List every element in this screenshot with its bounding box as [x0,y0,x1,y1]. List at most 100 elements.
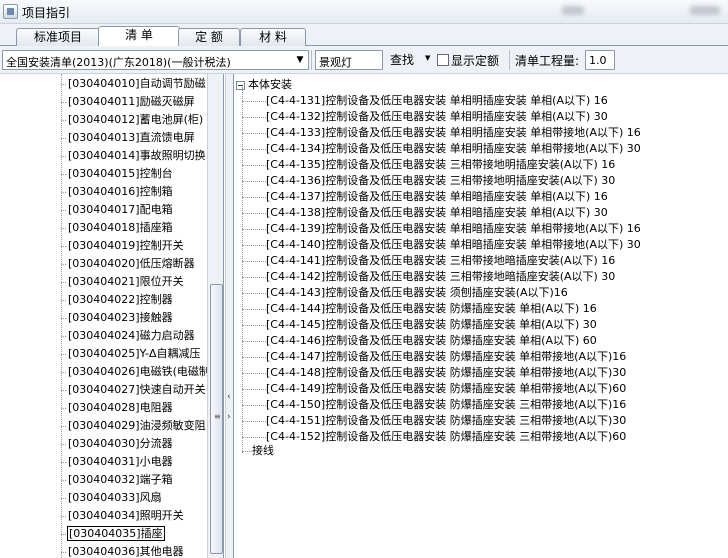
tree-item[interactable]: [C4-4-143]控制设备及低压电器安装 须刨插座安装(A以下)16 [242,285,568,301]
tree-item[interactable]: [C4-4-134]控制设备及低压电器安装 单相明插座安装 单相带接地(A以下)… [242,141,641,157]
list-item[interactable]: [030404022]控制器 [61,291,174,309]
tree-item-label: [C4-4-144]控制设备及低压电器安装 防爆插座安装 单相(A以下) 16 [266,302,597,315]
list-item[interactable]: [030404023]接触器 [61,309,174,327]
title-bar: 项目指引 [0,0,728,24]
show-quota-checkbox[interactable] [437,54,449,66]
tree-item-label: [C4-4-138]控制设备及低压电器安装 单相暗插座安装 单相(A以下) 30 [266,206,608,219]
list-item[interactable]: [030404016]控制箱 [61,183,174,201]
tab-quota[interactable]: 定 额 [178,28,240,46]
list-item[interactable]: [030404024]磁力启动器 [61,327,196,345]
list-item[interactable]: [030404018]插座箱 [61,219,174,237]
search-input[interactable]: 景观灯 [315,50,383,70]
list-item[interactable]: [030404027]快速自动开关 [61,381,207,399]
panel-splitter[interactable]: ‹ › [225,74,234,558]
list-item-label: [030404013]直流馈电屏 [68,131,195,144]
tree-item[interactable]: [C4-4-139]控制设备及低压电器安装 单相暗插座安装 单相带接地(A以下)… [242,221,641,237]
tree-item[interactable]: [C4-4-147]控制设备及低压电器安装 防爆插座安装 单相带接地(A以下)1… [242,349,626,365]
tab-standard-project[interactable]: 标准项目 [16,28,100,46]
tree-item-label: [C4-4-145]控制设备及低压电器安装 防爆插座安装 单相(A以下) 30 [266,318,597,331]
list-item[interactable]: [030404014]事故照明切换 [61,147,207,165]
list-item[interactable]: [030404033]风扇 [61,489,163,507]
tab-bill[interactable]: 清 单 [98,26,180,47]
list-item-label: [030404023]接触器 [68,311,173,324]
tree-item-label: [C4-4-134]控制设备及低压电器安装 单相明插座安装 单相带接地(A以下)… [266,142,641,155]
tree-item[interactable]: [C4-4-138]控制设备及低压电器安装 单相暗插座安装 单相(A以下) 30 [242,205,608,221]
tree-item[interactable]: [C4-4-151]控制设备及低压电器安装 防爆插座安装 三相带接地(A以下)3… [242,413,626,429]
collapse-right-icon[interactable]: › [227,412,231,422]
tree-item[interactable]: [C4-4-137]控制设备及低压电器安装 单相暗插座安装 单相(A以下) 16 [242,189,608,205]
tree-item[interactable]: [C4-4-140]控制设备及低压电器安装 单相暗插座安装 单相带接地(A以下)… [242,237,641,253]
tree-item[interactable]: [C4-4-146]控制设备及低压电器安装 防爆插座安装 单相(A以下) 60 [242,333,597,349]
chevron-down-icon[interactable]: ▼ [292,51,308,69]
list-item[interactable]: [030404025]Y-Δ自耦减压 [61,345,201,363]
list-item[interactable]: [030404035]插座 [61,525,165,543]
scrollbar-thumb[interactable]: ≡ [210,284,223,554]
list-item-label: [030404029]油浸频敏变阻 [68,419,206,432]
list-item[interactable]: [030404019]控制开关 [61,237,185,255]
library-select[interactable]: 全国安装清单(2013)(广东2018)(一般计税法) ▼ [2,50,309,70]
list-item[interactable]: [030404036]其他电器 [61,543,185,558]
tree-item-label: [C4-4-136]控制设备及低压电器安装 三相带接地明插座安装(A以下) 30 [266,174,616,187]
list-item[interactable]: [030404026]电磁铁(电磁制 [61,363,211,381]
find-dropdown-icon[interactable]: ▼ [425,54,430,62]
tree-second-root[interactable]: 接线 [242,443,274,459]
list-item[interactable]: [030404020]低压熔断器 [61,255,196,273]
list-item-label: [030404017]配电箱 [68,203,173,216]
find-button-label: 查找 [390,53,415,67]
list-item[interactable]: [030404011]励磁灭磁屏 [61,93,196,111]
tree-item[interactable]: [C4-4-136]控制设备及低压电器安装 三相带接地明插座安装(A以下) 30 [242,173,615,189]
tree-item-label: [C4-4-137]控制设备及低压电器安装 单相暗插座安装 单相(A以下) 16 [266,190,608,203]
tree-item[interactable]: [C4-4-145]控制设备及低压电器安装 防爆插座安装 单相(A以下) 30 [242,317,597,333]
list-item-label: [030404020]低压熔断器 [68,257,195,270]
toolbar: 全国安装清单(2013)(广东2018)(一般计税法) ▼ 景观灯 查找 ▼ 显… [0,46,728,74]
list-item-label: [030404015]控制台 [68,167,173,180]
tree-item[interactable]: [C4-4-142]控制设备及低压电器安装 三相带接地暗插座安装(A以下) 30 [242,269,615,285]
tree-root-node[interactable]: 本体安装 [236,77,292,93]
tree-item-label: [C4-4-152]控制设备及低压电器安装 防爆插座安装 三相带接地(A以下)6… [266,430,627,443]
list-item-label: [030404011]励磁灭磁屏 [68,95,195,108]
search-input-value: 景观灯 [319,56,352,69]
tab-materials[interactable]: 材 料 [240,28,306,46]
collapse-icon[interactable] [236,80,245,90]
tree-item-label: [C4-4-140]控制设备及低压电器安装 单相暗插座安装 单相带接地(A以下)… [266,238,641,251]
list-item[interactable]: [030404013]直流馈电屏 [61,129,196,147]
bill-quantity-input[interactable]: 1.0 [585,50,615,70]
tree-second-root-label: 接线 [252,444,274,457]
tree-item[interactable]: [C4-4-131]控制设备及低压电器安装 单相明插座安装 单相(A以下) 16 [242,93,608,109]
tree-item[interactable]: [C4-4-152]控制设备及低压电器安装 防爆插座安装 三相带接地(A以下)6… [242,429,626,445]
toolbar-separator [311,50,312,70]
list-item-label: [030404034]照明开关 [68,509,184,522]
tree-item[interactable]: [C4-4-150]控制设备及低压电器安装 防爆插座安装 三相带接地(A以下)1… [242,397,626,413]
collapse-left-icon[interactable]: ‹ [227,392,231,402]
list-item[interactable]: [030404032]端子箱 [61,471,174,489]
list-item[interactable]: [030404015]控制台 [61,165,174,183]
list-item[interactable]: [030404030]分流器 [61,435,174,453]
list-item[interactable]: [030404021]限位开关 [61,273,185,291]
tree-item[interactable]: [C4-4-144]控制设备及低压电器安装 防爆插座安装 单相(A以下) 16 [242,301,597,317]
list-item-label: [030404019]控制开关 [68,239,184,252]
list-item[interactable]: [030404010]自动调节励磁 [61,75,207,93]
tree-item[interactable]: [C4-4-133]控制设备及低压电器安装 单相明插座安装 单相带接地(A以下)… [242,125,641,141]
tree-item[interactable]: [C4-4-141]控制设备及低压电器安装 三相带接地暗插座安装(A以下) 16 [242,253,615,269]
tree-item[interactable]: [C4-4-149]控制设备及低压电器安装 防爆插座安装 单相带接地(A以下)6… [242,381,626,397]
tree-root-label: 本体安装 [248,78,292,91]
tree-item[interactable]: [C4-4-135]控制设备及低压电器安装 三相带接地明插座安装(A以下) 16 [242,157,615,173]
list-item[interactable]: [030404012]蓄电池屏(柜) [61,111,204,129]
tree-item-label: [C4-4-141]控制设备及低压电器安装 三相带接地暗插座安装(A以下) 16 [266,254,616,267]
list-item[interactable]: [030404028]电阻器 [61,399,174,417]
list-item[interactable]: [030404029]油浸频敏变阻 [61,417,207,435]
list-item[interactable]: [030404017]配电箱 [61,201,174,219]
list-item[interactable]: [030404034]照明开关 [61,507,185,525]
tab-bar: 标准项目 清 单 定 额 材 料 [0,24,728,47]
tree-item-label: [C4-4-150]控制设备及低压电器安装 防爆插座安装 三相带接地(A以下)1… [266,398,627,411]
vertical-scrollbar[interactable]: ≡ [207,74,223,558]
tree-item[interactable]: [C4-4-132]控制设备及低压电器安装 单相明插座安装 单相(A以下) 30 [242,109,608,125]
tree-item[interactable]: [C4-4-148]控制设备及低压电器安装 防爆插座安装 单相带接地(A以下)3… [242,365,626,381]
list-item-label: [030404030]分流器 [68,437,173,450]
list-item-label: [030404025]Y-Δ自耦减压 [68,347,201,360]
list-item-label: [030404033]风扇 [68,491,162,504]
list-item[interactable]: [030404031]小电器 [61,453,174,471]
bill-quantity-label: 清单工程量: [515,54,580,68]
minimize-button[interactable] [562,6,584,15]
close-button[interactable] [690,6,720,15]
